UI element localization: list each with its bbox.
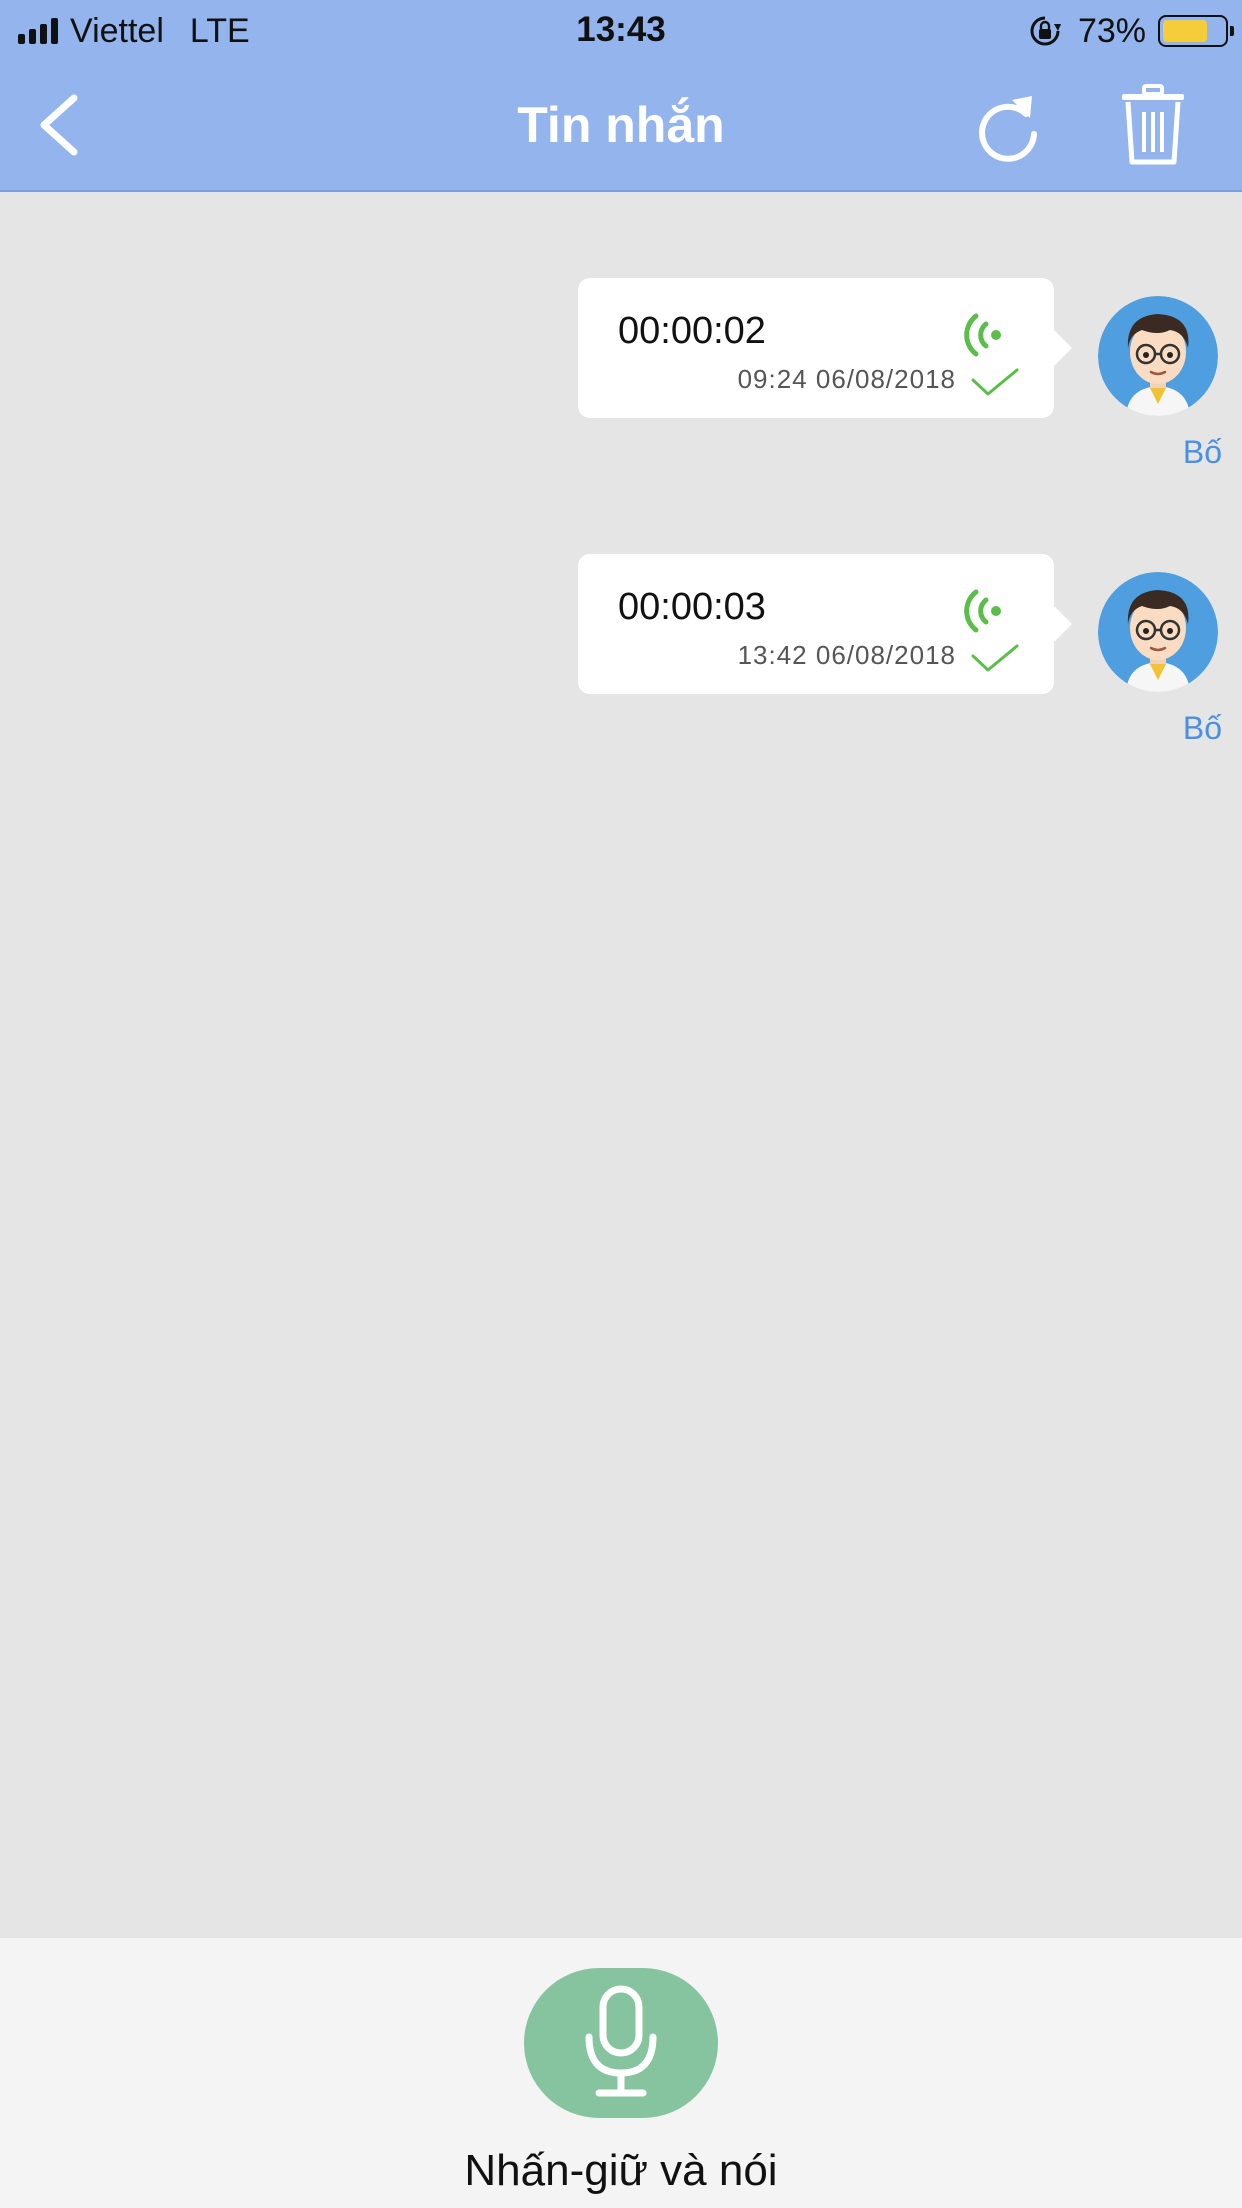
rotation-lock-icon [1030,16,1061,46]
voice-message-bubble[interactable]: 00:00:02 09:24 06/08/2018 [578,278,1072,418]
battery-percent: 73% [1077,11,1146,50]
voice-message-bubble[interactable]: 00:00:03 13:42 06/08/2018 [578,554,1072,694]
status-right: 73% [1028,10,1234,52]
bottom-bar: Nhấn-giữ và nói [0,1938,1242,2208]
sender-name: Bố [1182,710,1222,746]
battery-icon [1158,15,1234,47]
refresh-icon[interactable] [972,88,1044,166]
trash-icon[interactable] [1120,84,1186,166]
record-label: Nhấn-giữ và nói [464,2146,778,2195]
check-icon [971,368,1019,396]
voice-wave-icon [964,313,1001,357]
check-icon [971,644,1019,672]
microphone-icon [585,1985,657,2097]
sender-name: Bố [1182,434,1222,470]
voice-wave-icon [964,589,1001,633]
voice-duration: 00:00:02 [618,310,766,352]
page-title: Tin nhắn [517,97,725,153]
message-timestamp: 13:42 06/08/2018 [737,640,956,670]
message-item: 00:00:02 09:24 06/08/2018 Bố [0,194,1242,470]
chat-area[interactable]: 00:00:02 09:24 06/08/2018 Bố 00:00:03 13… [0,194,1242,1938]
avatar [1098,296,1218,416]
record-button[interactable] [524,1968,718,2118]
message-item: 00:00:03 13:42 06/08/2018 Bố [0,470,1242,746]
nav-bar: Tin nhắn [0,62,1242,192]
message-timestamp: 09:24 06/08/2018 [737,364,956,394]
voice-duration: 00:00:03 [618,586,766,628]
avatar [1098,572,1218,692]
battery-fill [1163,20,1207,42]
status-bar: Viettel LTE 13:43 73% [0,0,1242,62]
